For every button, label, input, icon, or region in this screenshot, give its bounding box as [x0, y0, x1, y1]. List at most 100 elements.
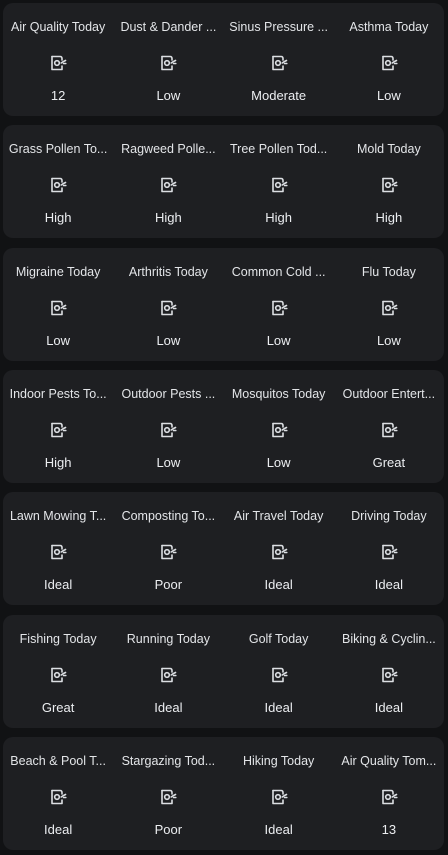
sensor-tile[interactable]: Sinus Pressure ... Moderate: [224, 3, 334, 116]
sensor-gauge-icon: [270, 54, 288, 72]
sensor-gauge-icon: [49, 788, 67, 806]
sensor-card: Lawn Mowing T... Ideal Composting To... …: [3, 492, 444, 605]
sensor-value: Low: [46, 333, 71, 348]
sensor-gauge-icon: [380, 54, 398, 72]
sensor-value: Moderate: [251, 88, 307, 103]
sensor-value: High: [375, 210, 403, 225]
sensor-name: Asthma Today: [349, 20, 429, 34]
sensor-name: Composting To...: [121, 509, 216, 523]
sensor-name: Ragweed Polle...: [121, 142, 216, 156]
sensor-tile[interactable]: Golf Today Ideal: [224, 615, 334, 728]
sensor-tile[interactable]: Air Quality Today 12: [3, 3, 113, 116]
sensor-gauge-icon: [159, 788, 177, 806]
sensor-name: Hiking Today: [242, 754, 315, 768]
sensor-card: Grass Pollen To... High Ragweed Polle...…: [3, 125, 444, 238]
sensor-tile[interactable]: Biking & Cyclin... Ideal: [334, 615, 444, 728]
sensor-tile[interactable]: Mold Today High: [334, 125, 444, 238]
sensor-tile[interactable]: Common Cold ... Low: [224, 248, 334, 361]
sensor-value: Ideal: [264, 822, 293, 837]
sensor-tile[interactable]: Mosquitos Today Low: [224, 370, 334, 483]
sensor-tile[interactable]: Outdoor Entert... Great: [334, 370, 444, 483]
sensor-name: Mosquitos Today: [231, 387, 326, 401]
sensor-value: High: [44, 210, 72, 225]
sensor-name: Sinus Pressure ...: [229, 20, 328, 34]
sensor-value: Great: [41, 700, 75, 715]
sensor-gauge-icon: [49, 543, 67, 561]
sensor-value: Poor: [154, 822, 183, 837]
sensor-tile[interactable]: Air Quality Tom... 13: [334, 737, 444, 850]
sensor-value: Great: [372, 455, 406, 470]
sensor-gauge-icon: [380, 788, 398, 806]
sensor-gauge-icon: [159, 421, 177, 439]
sensor-name: Driving Today: [351, 509, 427, 523]
sensor-value: Ideal: [374, 577, 403, 592]
sensor-gauge-icon: [49, 54, 67, 72]
sensor-gauge-icon: [159, 543, 177, 561]
sensor-gauge-icon: [49, 666, 67, 684]
sensor-value: Ideal: [154, 700, 183, 715]
sensor-value: Ideal: [374, 700, 403, 715]
sensor-gauge-icon: [270, 543, 288, 561]
sensor-name: Lawn Mowing T...: [9, 509, 107, 523]
sensor-tile[interactable]: Fishing Today Great: [3, 615, 113, 728]
sensor-gauge-icon: [49, 421, 67, 439]
sensor-value: High: [265, 210, 292, 225]
sensor-card: Air Quality Today 12 Dust & Dander ... L…: [3, 3, 444, 116]
sensor-name: Common Cold ...: [231, 265, 326, 279]
sensor-name: Stargazing Tod...: [121, 754, 216, 768]
sensor-gauge-icon: [380, 421, 398, 439]
sensor-name: Mold Today: [357, 142, 421, 156]
sensor-tile[interactable]: Grass Pollen To... High: [3, 125, 113, 238]
sensor-value: Ideal: [44, 822, 73, 837]
sensor-tile[interactable]: Running Today Ideal: [113, 615, 223, 728]
sensor-name: Outdoor Pests ...: [121, 387, 216, 401]
sensor-gauge-icon: [270, 299, 288, 317]
sensor-tile[interactable]: Stargazing Tod... Poor: [113, 737, 223, 850]
sensor-name: Grass Pollen To...: [8, 142, 108, 156]
sensor-value: Low: [266, 333, 291, 348]
sensor-tile[interactable]: Beach & Pool T... Ideal: [3, 737, 113, 850]
sensor-value: Low: [376, 333, 401, 348]
sensor-name: Outdoor Entert...: [342, 387, 436, 401]
sensor-gauge-icon: [380, 543, 398, 561]
sensor-gauge-icon: [159, 666, 177, 684]
sensor-tile[interactable]: Migraine Today Low: [3, 248, 113, 361]
sensor-tile[interactable]: Hiking Today Ideal: [224, 737, 334, 850]
sensor-name: Air Travel Today: [233, 509, 324, 523]
sensor-name: Dust & Dander ...: [120, 20, 217, 34]
sensor-tile[interactable]: Lawn Mowing T... Ideal: [3, 492, 113, 605]
sensor-tile[interactable]: Flu Today Low: [334, 248, 444, 361]
sensor-tile[interactable]: Composting To... Poor: [113, 492, 223, 605]
sensor-value: Low: [266, 455, 291, 470]
sensor-tile[interactable]: Indoor Pests To... High: [3, 370, 113, 483]
sensor-tile[interactable]: Dust & Dander ... Low: [113, 3, 223, 116]
sensor-tile[interactable]: Tree Pollen Tod... High: [224, 125, 334, 238]
sensor-name: Biking & Cyclin...: [341, 632, 436, 646]
sensor-value: High: [155, 210, 182, 225]
sensor-name: Fishing Today: [19, 632, 97, 646]
sensor-gauge-icon: [380, 299, 398, 317]
sensor-name: Golf Today: [248, 632, 309, 646]
sensor-card: Beach & Pool T... Ideal Stargazing Tod..…: [3, 737, 444, 850]
sensor-cards: Air Quality Today 12 Dust & Dander ... L…: [0, 0, 448, 855]
sensor-value: 13: [381, 822, 397, 837]
sensor-gauge-icon: [159, 299, 177, 317]
sensor-name: Beach & Pool T...: [10, 754, 106, 768]
sensor-tile[interactable]: Arthritis Today Low: [113, 248, 223, 361]
sensor-card: Fishing Today Great Running Today Ideal …: [3, 615, 444, 728]
sensor-tile[interactable]: Driving Today Ideal: [334, 492, 444, 605]
sensor-tile[interactable]: Ragweed Polle... High: [113, 125, 223, 238]
sensor-tile[interactable]: Air Travel Today Ideal: [224, 492, 334, 605]
sensor-value: Low: [156, 455, 181, 470]
sensor-value: Low: [156, 88, 181, 103]
sensor-name: Indoor Pests To...: [9, 387, 107, 401]
sensor-value: Ideal: [264, 700, 293, 715]
sensor-tile[interactable]: Outdoor Pests ... Low: [113, 370, 223, 483]
sensor-gauge-icon: [49, 176, 67, 194]
sensor-gauge-icon: [380, 176, 398, 194]
sensor-gauge-icon: [270, 176, 288, 194]
sensor-value: Ideal: [44, 577, 73, 592]
sensor-gauge-icon: [380, 666, 398, 684]
sensor-tile[interactable]: Asthma Today Low: [334, 3, 444, 116]
sensor-gauge-icon: [270, 666, 288, 684]
